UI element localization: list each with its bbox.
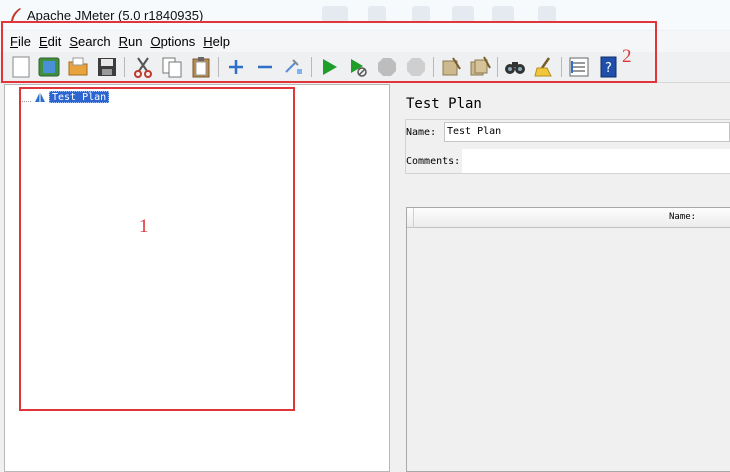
svg-text:?: ?	[605, 61, 612, 76]
function-helper-icon[interactable]	[567, 55, 591, 79]
menu-edit[interactable]: Edit	[35, 34, 65, 49]
new-icon[interactable]	[9, 55, 33, 79]
menu-help[interactable]: Help	[199, 34, 234, 49]
templates-icon[interactable]	[37, 55, 61, 79]
menu-file[interactable]: File	[6, 34, 35, 49]
test-plan-editor: Test Plan Name: Test Plan Comments: Name…	[397, 84, 730, 472]
menu-bar: File Edit Search Run Options Help	[0, 31, 730, 52]
menu-run[interactable]: Run	[115, 34, 147, 49]
start-icon[interactable]	[317, 55, 341, 79]
expand-icon[interactable]	[224, 55, 248, 79]
paste-icon[interactable]	[189, 55, 213, 79]
toggle-icon[interactable]	[282, 55, 306, 79]
comments-row: Comments:	[406, 149, 730, 173]
reset-search-icon[interactable]	[532, 55, 556, 79]
table-header: Name:	[407, 208, 730, 228]
cut-icon[interactable]	[131, 55, 155, 79]
window-title: Apache JMeter (5.0 r1840935)	[27, 7, 204, 23]
save-icon[interactable]	[95, 55, 119, 79]
panel-title: Test Plan	[406, 96, 482, 112]
collapse-icon[interactable]	[253, 55, 277, 79]
comments-label: Comments:	[406, 155, 461, 167]
test-plan-tree[interactable]: Test Plan	[4, 84, 390, 472]
annotation-label-2: 2	[622, 46, 632, 67]
search-icon[interactable]	[503, 55, 527, 79]
clear-all-icon[interactable]	[468, 55, 492, 79]
menu-search[interactable]: Search	[65, 34, 114, 49]
annotation-label-1: 1	[139, 216, 149, 237]
title-bar: Apache JMeter (5.0 r1840935)	[0, 0, 730, 30]
jmeter-feather-icon	[9, 7, 23, 23]
column-header-name[interactable]: Name:	[669, 212, 696, 222]
clear-icon[interactable]	[439, 55, 463, 79]
help-icon[interactable]: ?	[596, 55, 620, 79]
tree-node-label: Test Plan	[49, 91, 110, 103]
shutdown-icon[interactable]	[404, 55, 428, 79]
stop-icon[interactable]	[375, 55, 399, 79]
comments-field[interactable]	[462, 149, 730, 173]
copy-icon[interactable]	[160, 55, 184, 79]
menu-options[interactable]: Options	[146, 34, 199, 49]
tree-node-test-plan[interactable]: Test Plan	[19, 91, 110, 103]
name-row: Name: Test Plan	[406, 122, 730, 142]
start-no-pauses-icon[interactable]	[346, 55, 370, 79]
open-icon[interactable]	[66, 55, 90, 79]
toolbar: ?	[0, 52, 730, 83]
name-label: Name:	[406, 126, 437, 138]
name-field[interactable]: Test Plan	[444, 122, 730, 142]
test-plan-icon	[33, 91, 47, 103]
user-variables-table[interactable]: Name:	[406, 207, 730, 472]
